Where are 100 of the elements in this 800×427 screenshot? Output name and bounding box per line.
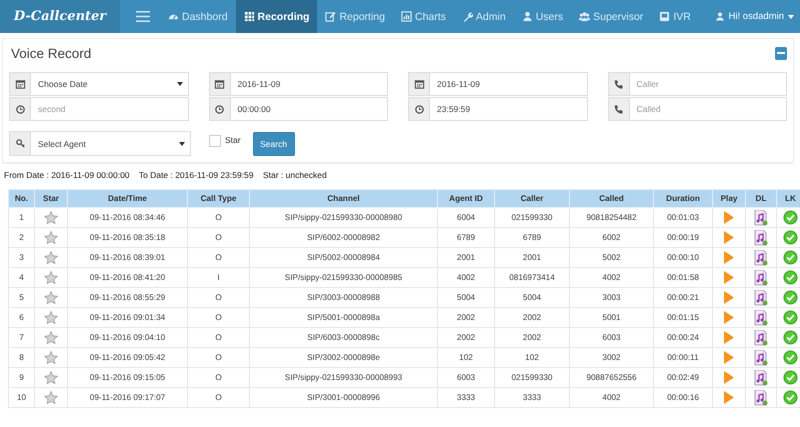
table-cell: 00:01:03: [654, 208, 712, 228]
calendar-icon: [414, 78, 424, 90]
play-icon[interactable]: [724, 291, 734, 304]
table-cell: 4: [8, 268, 34, 288]
star-icon[interactable]: [44, 210, 58, 224]
table-cell: 09-11-2016 08:34:46: [68, 208, 188, 228]
check-circle-icon: [783, 350, 798, 365]
table-cell: 6789: [494, 228, 570, 248]
nav-tab[interactable]: IVR: [651, 0, 699, 33]
play-icon[interactable]: [724, 271, 734, 284]
clock-icon: [414, 104, 424, 114]
column-header: Duration: [654, 190, 712, 208]
music-file-icon[interactable]: [754, 210, 768, 226]
table-cell: 021599330: [494, 208, 570, 228]
phone-icon: [613, 104, 624, 114]
play-icon[interactable]: [724, 351, 734, 364]
table-cell: 2001: [494, 248, 570, 268]
music-file-icon[interactable]: [754, 230, 768, 246]
search-button[interactable]: Search: [252, 132, 295, 156]
music-file-icon[interactable]: [754, 250, 768, 266]
table-cell: SIP/3001-00008996: [250, 388, 438, 408]
input-field[interactable]: 00:00:00: [208, 97, 388, 121]
input-field[interactable]: Called: [608, 97, 787, 121]
filter-summary: From Date : 2016-11-09 00:00:00 To Date : 2016-11-09 23:59:59 Star : unchecked: [4, 170, 328, 180]
panel-title: Voice Record: [10, 46, 92, 60]
table-cell: 2: [8, 228, 34, 248]
star-icon[interactable]: [44, 330, 58, 344]
collapse-button[interactable]: [775, 46, 787, 60]
check-circle-icon: [783, 390, 798, 405]
input-field[interactable]: 2016-11-09: [208, 72, 388, 96]
star-icon[interactable]: [44, 350, 58, 364]
users-icon: [579, 11, 590, 22]
table-cell: 09-11-2016 09:17:07: [68, 388, 188, 408]
table-cell: O: [188, 308, 250, 328]
table-cell: SIP/6002-00008982: [250, 228, 438, 248]
column-header: Play: [712, 190, 746, 208]
column-header: Channel: [250, 190, 438, 208]
play-icon[interactable]: [724, 251, 734, 264]
table-cell: SIP/6003-0000898c: [250, 328, 438, 348]
table-cell: O: [188, 228, 250, 248]
music-file-icon[interactable]: [754, 330, 768, 346]
table-cell: SIP/5001-0000898a: [250, 308, 438, 328]
input-field[interactable]: 2016-11-09: [408, 72, 588, 96]
caret-icon: [788, 14, 794, 18]
music-file-icon[interactable]: [754, 310, 768, 326]
table-cell: 00:00:19: [654, 228, 712, 248]
star-checkbox[interactable]: [209, 134, 221, 146]
star-icon[interactable]: [44, 230, 58, 244]
play-icon[interactable]: [724, 311, 734, 324]
nav-tab[interactable]: Supervisor: [571, 0, 652, 33]
nav-tab[interactable]: Admin: [454, 0, 514, 33]
star-icon[interactable]: [44, 290, 58, 304]
star-icon[interactable]: [44, 250, 58, 264]
music-file-icon[interactable]: [754, 270, 768, 286]
user-menu[interactable]: Hi! osdadmin: [714, 0, 800, 33]
monitor-icon: [659, 11, 670, 22]
brand-logo[interactable]: D-Callcenter: [0, 0, 120, 33]
nav-tab[interactable]: Charts: [392, 0, 454, 33]
table-cell: 09-11-2016 09:04:10: [68, 328, 188, 348]
star-icon[interactable]: [44, 310, 58, 324]
play-icon[interactable]: [724, 331, 734, 344]
play-icon[interactable]: [724, 211, 734, 224]
input-field[interactable]: second: [9, 97, 188, 121]
table-cell: SIP/sippy-021599330-00008993: [250, 368, 438, 388]
table-cell: 6: [8, 308, 34, 328]
nav-tab[interactable]: Reporting: [317, 0, 393, 33]
edit-icon: [325, 11, 336, 22]
table-cell: 102: [494, 348, 570, 368]
table-cell: O: [188, 388, 250, 408]
select-field[interactable]: Choose Date: [9, 72, 188, 96]
table-cell: 09-11-2016 08:41:20: [68, 268, 188, 288]
phone-icon: [613, 78, 624, 90]
table-cell: 00:00:11: [654, 348, 712, 368]
table-cell: 5004: [494, 288, 570, 308]
calendar-icon: [14, 78, 26, 90]
table-cell: 6003: [570, 328, 654, 348]
music-file-icon[interactable]: [754, 390, 768, 406]
table-cell: 00:02:49: [654, 368, 712, 388]
nav-tab[interactable]: Users: [514, 0, 572, 33]
input-field[interactable]: 23:59:59: [408, 97, 588, 121]
nav-tab[interactable]: Dashbord: [160, 0, 236, 33]
play-icon[interactable]: [724, 231, 734, 244]
star-icon[interactable]: [44, 390, 58, 404]
table-cell: 3003: [570, 288, 654, 308]
check-circle-icon: [783, 230, 798, 245]
star-icon[interactable]: [44, 370, 58, 384]
music-file-icon[interactable]: [754, 290, 768, 306]
check-circle-icon: [783, 270, 798, 285]
star-icon[interactable]: [44, 270, 58, 284]
music-file-icon[interactable]: [754, 350, 768, 366]
select-field[interactable]: Select Agent: [9, 131, 191, 156]
nav-tab[interactable]: Recording: [236, 0, 318, 33]
play-icon[interactable]: [724, 371, 734, 384]
input-field[interactable]: Caller: [608, 72, 787, 96]
play-icon[interactable]: [724, 391, 734, 404]
table-cell: 6003: [438, 368, 494, 388]
music-file-icon[interactable]: [754, 370, 768, 386]
check-circle-icon: [783, 330, 798, 345]
table-cell: 2002: [494, 328, 570, 348]
table-cell: 09-11-2016 09:05:42: [68, 348, 188, 368]
